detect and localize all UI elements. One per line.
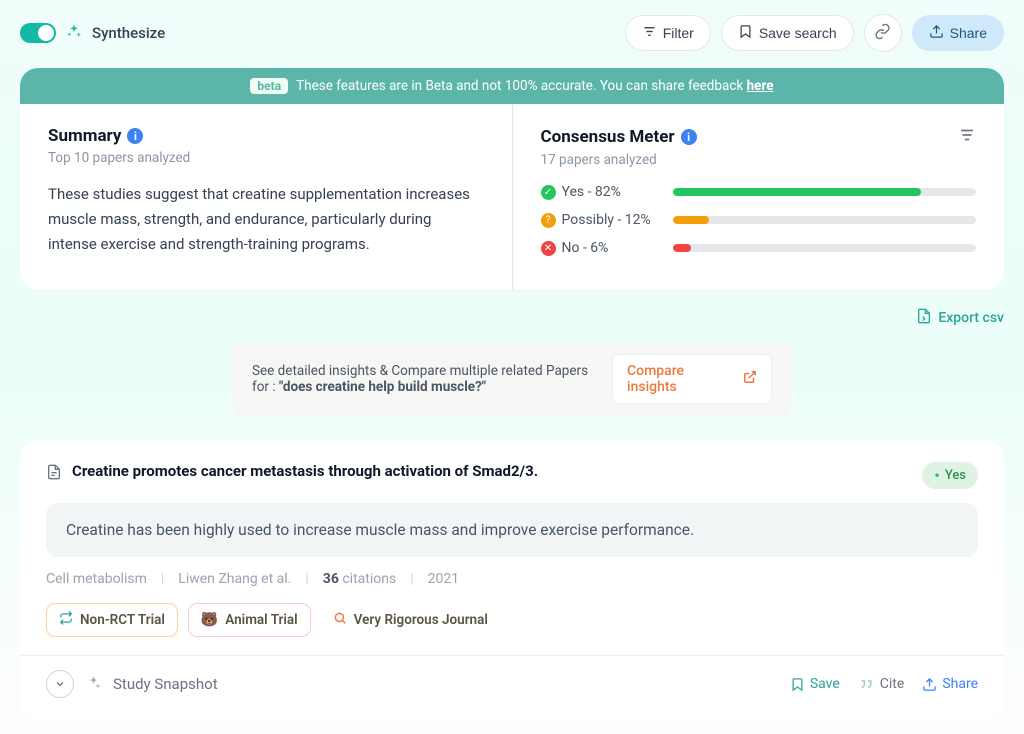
consensus-title: Consensus Meter: [541, 127, 675, 147]
expand-snapshot-button[interactable]: [46, 670, 74, 698]
summary-body: These studies suggest that creatine supp…: [48, 182, 484, 256]
copy-link-button[interactable]: [864, 14, 902, 52]
upload-icon: [929, 24, 944, 42]
summary-title: Summary: [48, 126, 121, 146]
animal-icon: 🐻: [201, 612, 218, 628]
compare-insights-button[interactable]: Compare insights: [612, 354, 772, 404]
tag-animal[interactable]: 🐻 Animal Trial: [188, 603, 311, 637]
filter-icon: [642, 24, 657, 42]
meter-row-no: ✕ No - 6%: [541, 240, 977, 256]
question-icon: ?: [541, 213, 556, 228]
compare-bar: See detailed insights & Compare multiple…: [232, 342, 792, 416]
study-snapshot-label: Study Snapshot: [113, 675, 218, 693]
synthesize-toggle[interactable]: [20, 23, 56, 43]
yes-badge: Yes: [922, 462, 978, 489]
meter-row-yes: ✓ Yes - 82%: [541, 184, 977, 200]
consensus-subtitle: 17 papers analyzed: [541, 152, 977, 168]
bookmark-icon: [738, 24, 753, 42]
sort-icon[interactable]: [958, 126, 976, 148]
tag-rigorous[interactable]: Very Rigorous Journal: [321, 603, 500, 637]
paper-year: 2021: [428, 571, 459, 587]
magnifier-icon: [333, 611, 347, 629]
paper-authors[interactable]: Liwen Zhang et al.: [178, 571, 291, 587]
filter-button[interactable]: Filter: [625, 15, 711, 51]
paper-card: Creatine promotes cancer metastasis thro…: [20, 440, 1004, 720]
bar-no: [673, 244, 691, 252]
top-toolbar: Synthesize Filter Save search Share: [20, 14, 1004, 52]
share-button[interactable]: Share: [912, 15, 1004, 51]
bar-yes: [673, 188, 922, 196]
feedback-link[interactable]: here: [747, 78, 774, 94]
summary-panel: Summary i Top 10 papers analyzed These s…: [20, 104, 512, 290]
sparkle-icon: [66, 23, 82, 43]
bar-possibly: [673, 216, 709, 224]
paper-save-button[interactable]: Save: [790, 676, 840, 693]
info-icon[interactable]: i: [127, 128, 143, 144]
tag-non-rct[interactable]: Non-RCT Trial: [46, 603, 178, 637]
paper-share-button[interactable]: Share: [922, 676, 978, 693]
file-export-icon: [916, 308, 932, 328]
consensus-panel: Consensus Meter i 17 papers analyzed ✓ Y…: [512, 104, 1005, 290]
paper-snippet: Creatine has been highly used to increas…: [46, 503, 978, 557]
save-search-button[interactable]: Save search: [721, 15, 854, 51]
paper-meta: Cell metabolism | Liwen Zhang et al. | 3…: [46, 571, 978, 587]
external-link-icon: [743, 370, 757, 388]
sparkle-icon: [86, 675, 101, 694]
beta-banner: beta These features are in Beta and not …: [20, 68, 1004, 104]
paper-citations[interactable]: 36 citations: [323, 571, 396, 587]
document-icon: [46, 464, 62, 484]
meter-row-possibly: ? Possibly - 12%: [541, 212, 977, 228]
synthesis-card: beta These features are in Beta and not …: [20, 68, 1004, 290]
journal-name[interactable]: Cell metabolism: [46, 571, 147, 587]
check-icon: ✓: [541, 185, 556, 200]
paper-title[interactable]: Creatine promotes cancer metastasis thro…: [72, 462, 912, 480]
export-csv-button[interactable]: Export csv: [916, 308, 1004, 328]
swap-icon: [59, 611, 73, 629]
link-icon: [874, 23, 891, 44]
synthesize-label: Synthesize: [92, 24, 165, 42]
x-icon: ✕: [541, 241, 556, 256]
info-icon[interactable]: i: [681, 129, 697, 145]
summary-subtitle: Top 10 papers analyzed: [48, 150, 484, 166]
paper-cite-button[interactable]: Cite: [858, 676, 905, 693]
beta-badge: beta: [250, 78, 288, 94]
